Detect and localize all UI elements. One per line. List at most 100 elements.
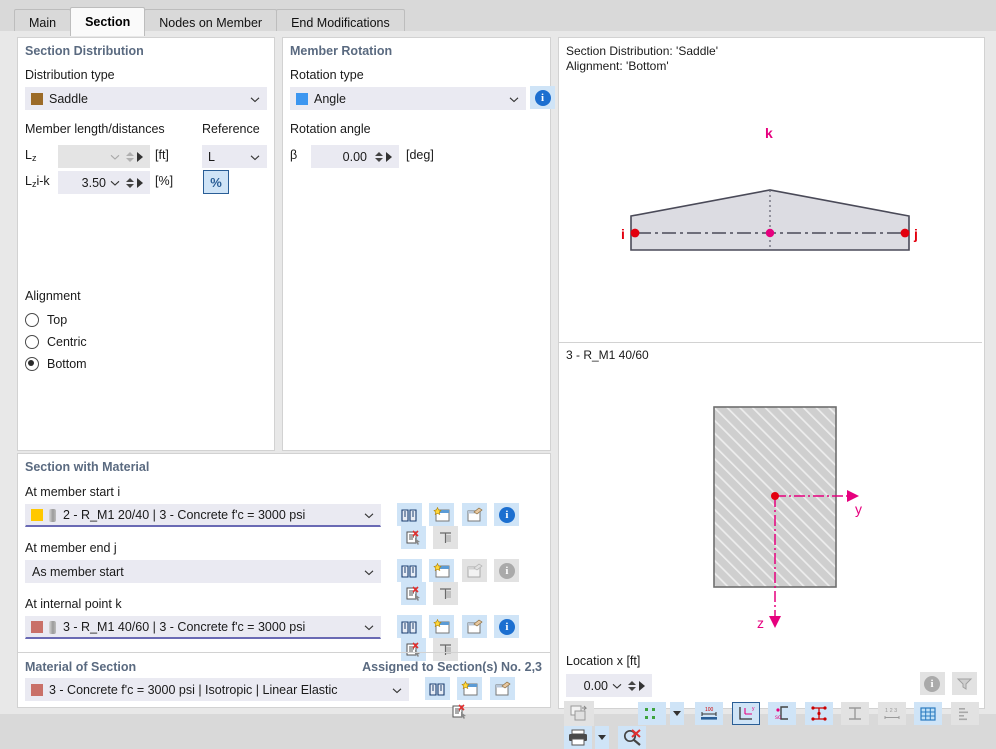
section-info-icon-button[interactable]: i <box>494 615 520 638</box>
info-icon: i <box>534 89 551 106</box>
section-internal-combo[interactable]: 3 - R_M1 40/60 | 3 - Concrete f'c = 3000… <box>25 616 381 639</box>
cross-section-view[interactable]: y z <box>559 368 982 648</box>
material-cylinder-icon <box>49 508 56 522</box>
material-buttons <box>425 677 550 723</box>
new-section-icon-button[interactable] <box>429 503 455 526</box>
section-internal-value: 3 - R_M1 40/60 | 3 - Concrete f'c = 3000… <box>63 620 306 634</box>
reference-label: Reference <box>202 122 260 136</box>
lz-ik-unit: [%] <box>155 174 174 188</box>
assigned-to-sections-label: Assigned to Section(s) No. 2,3 <box>362 660 542 674</box>
lz-input[interactable] <box>58 145 150 168</box>
toolbar-group-print <box>564 726 613 749</box>
lz-ik-spinner[interactable] <box>126 177 134 188</box>
graphic-filter-button[interactable] <box>952 672 977 695</box>
section-properties-icon-button[interactable] <box>433 638 459 661</box>
section-info-icon-button[interactable]: i <box>494 503 520 526</box>
print-dropdown-button[interactable] <box>595 726 610 749</box>
alignment-option-centric[interactable]: Centric <box>25 331 87 352</box>
location-x-apply-arrow-icon[interactable] <box>639 680 645 691</box>
radio-icon <box>25 334 39 349</box>
material-of-section-row: 3 - Concrete f'c = 3000 psi | Isotropic … <box>17 673 551 719</box>
info-icon: i <box>498 618 515 635</box>
graphic-description-line2: Alignment: 'Bottom' <box>566 59 669 73</box>
rotation-angle-input[interactable]: 0.00 <box>311 145 399 168</box>
alignment-option-bottom[interactable]: Bottom <box>25 353 87 374</box>
edit-section-icon-button[interactable] <box>461 503 487 526</box>
graphic-info-button[interactable]: i <box>919 672 945 695</box>
material-of-section-value: 3 - Concrete f'c = 3000 psi | Isotropic … <box>49 682 338 697</box>
chevron-down-icon <box>250 94 260 103</box>
panel-divider <box>18 652 550 653</box>
info-icon: i <box>924 675 941 692</box>
alignment-option-label: Top <box>47 312 68 327</box>
section-start-buttons: i <box>397 503 550 549</box>
rotation-type-info-button[interactable]: i <box>530 86 555 109</box>
material-color-swatch <box>31 683 43 696</box>
graphic-info-buttons: i <box>919 672 977 695</box>
rotation-type-combo[interactable]: Angle <box>290 87 526 110</box>
section-with-material-panel: Section with Material At member start i … <box>17 453 551 675</box>
lz-ik-apply-arrow-icon[interactable] <box>137 177 143 188</box>
delete-section-icon-button[interactable] <box>401 526 426 549</box>
edit-section-icon-button[interactable] <box>461 559 487 582</box>
book-icon-button[interactable] <box>397 615 422 638</box>
rotation-angle-label: Rotation angle <box>290 122 371 136</box>
chevron-down-icon <box>250 152 260 161</box>
lz-spinner[interactable] <box>126 151 134 162</box>
delete-material-icon-button[interactable] <box>447 700 472 723</box>
section-start-value: 2 - R_M1 20/40 | 3 - Concrete f'c = 3000… <box>63 508 306 522</box>
dialog-content: Section Distribution Distribution type S… <box>0 31 996 749</box>
alignment-label: Alignment <box>25 289 81 303</box>
rotation-type-color-swatch <box>296 92 308 105</box>
section-end-combo[interactable]: As member start <box>25 560 381 583</box>
alignment-option-top[interactable]: Top <box>25 309 67 330</box>
lz-ik-row: Lzi-k 3.50 [%] <box>25 171 269 194</box>
chevron-down-icon <box>364 623 374 632</box>
lz-ik-input[interactable]: 3.50 <box>58 171 150 194</box>
edit-section-icon-button[interactable] <box>461 615 487 638</box>
distribution-type-color-swatch <box>31 92 43 105</box>
edit-material-icon-button[interactable] <box>489 677 515 700</box>
section-color-swatch <box>31 509 43 521</box>
lz-unit: [ft] <box>155 148 169 162</box>
reference-value: L <box>208 149 215 164</box>
zoom-reset-icon-button[interactable] <box>617 726 646 749</box>
rotation-angle-apply-arrow-icon[interactable] <box>386 151 392 162</box>
new-section-icon-button[interactable] <box>429 615 455 638</box>
radio-icon <box>25 356 39 371</box>
tab-section[interactable]: Section <box>70 7 146 36</box>
member-rotation-panel: Member Rotation Rotation type Angle i Ro… <box>282 37 555 451</box>
lz-apply-arrow-icon[interactable] <box>137 151 143 162</box>
material-of-section-title: Material of Section <box>25 660 137 674</box>
delete-section-icon-button[interactable] <box>401 582 426 605</box>
svg-text:100: 100 <box>705 707 714 713</box>
book-icon-button[interactable] <box>397 559 422 582</box>
delete-section-icon-button[interactable] <box>401 638 426 661</box>
location-x-value: 0.00 <box>583 678 608 693</box>
section-end-value: As member start <box>32 564 124 579</box>
book-icon-button[interactable] <box>397 503 422 526</box>
location-x-spinner[interactable] <box>628 680 636 691</box>
section-start-combo[interactable]: 2 - R_M1 20/40 | 3 - Concrete f'c = 3000… <box>25 504 381 527</box>
print-icon-button[interactable] <box>564 726 592 749</box>
section-properties-icon-button[interactable] <box>433 582 459 605</box>
reference-combo[interactable]: L <box>202 145 267 168</box>
location-x-input[interactable]: 0.00 <box>566 674 652 697</box>
percent-toggle-button[interactable]: % <box>203 170 229 194</box>
material-of-section-combo[interactable]: 3 - Concrete f'c = 3000 psi | Isotropic … <box>25 678 409 701</box>
rotation-angle-spinner[interactable] <box>375 151 383 162</box>
section-with-material-title: Section with Material <box>25 460 150 474</box>
distribution-type-combo[interactable]: Saddle <box>25 87 267 110</box>
new-section-icon-button[interactable] <box>429 559 455 582</box>
book-icon-button[interactable] <box>425 677 450 700</box>
svg-text:1 2 3: 1 2 3 <box>885 708 897 714</box>
svg-text:y: y <box>752 706 755 712</box>
saddle-elevation-view[interactable]: i j k <box>559 86 982 256</box>
section-distribution-panel: Section Distribution Distribution type S… <box>17 37 275 451</box>
new-material-icon-button[interactable] <box>457 677 483 700</box>
node-i-label: i <box>621 226 625 242</box>
section-info-icon-button[interactable]: i <box>494 559 520 582</box>
section-properties-icon-button[interactable] <box>433 526 459 549</box>
chevron-down-icon <box>364 567 374 576</box>
info-icon: i <box>498 562 515 579</box>
